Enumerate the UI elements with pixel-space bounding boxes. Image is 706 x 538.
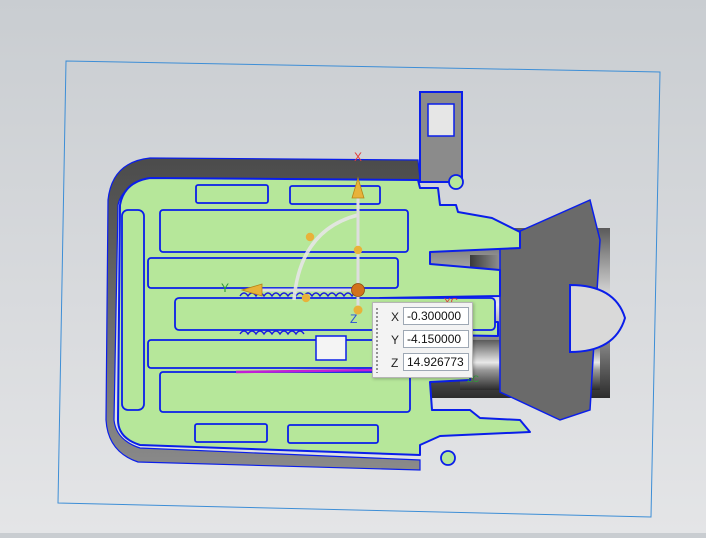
clip-top	[448, 174, 464, 190]
arc-handle-3[interactable]	[301, 293, 311, 303]
clip-bottom	[440, 450, 456, 466]
x-coordinate-input[interactable]	[403, 307, 469, 325]
y-coordinate-input[interactable]	[403, 330, 469, 348]
arc-handle-1[interactable]	[305, 232, 315, 242]
y-coordinate-label: Y	[391, 333, 400, 347]
graphics-viewport[interactable]: X Y Z YC ZC	[0, 0, 706, 533]
x-coordinate-row: X	[383, 307, 471, 327]
x-axis-label: X	[354, 150, 362, 164]
coordinate-entry-panel: X Y Z	[372, 302, 473, 378]
piston-pad	[315, 335, 347, 361]
model-view[interactable]: X Y Z YC ZC	[0, 0, 706, 533]
y-axis-label: Y	[221, 281, 229, 295]
z-coordinate-row: Z	[383, 353, 471, 373]
panel-grip-handle[interactable]	[375, 307, 379, 373]
y-coordinate-row: Y	[383, 330, 471, 350]
arc-handle-2[interactable]	[353, 245, 363, 255]
x-coordinate-label: X	[391, 310, 400, 324]
origin-handle[interactable]	[351, 283, 365, 297]
cap-bracket-hole	[427, 103, 455, 137]
z-axis-label: Z	[350, 312, 357, 326]
nozzle-tip	[569, 283, 627, 354]
z-coordinate-input[interactable]	[403, 353, 469, 371]
z-coordinate-label: Z	[391, 356, 399, 370]
